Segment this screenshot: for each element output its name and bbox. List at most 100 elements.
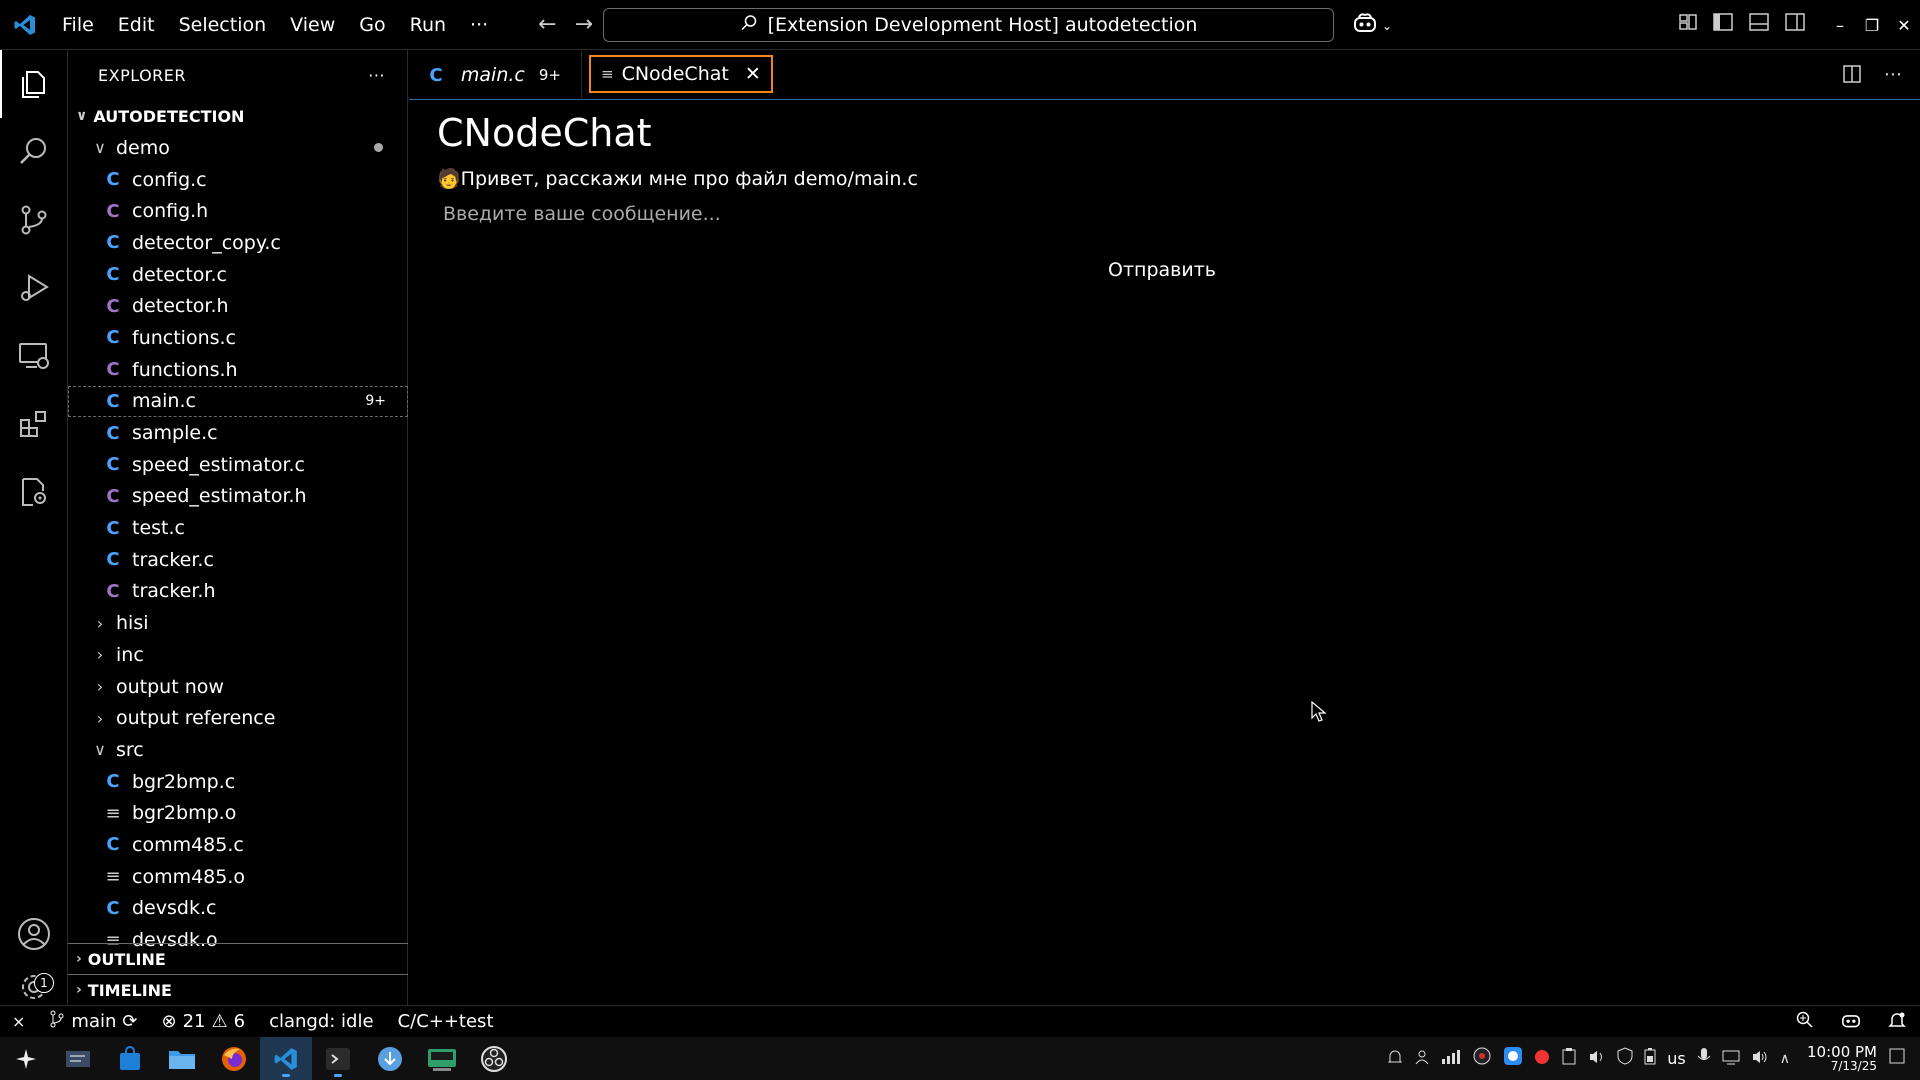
- copilot-menu-button[interactable]: ⌄: [1352, 12, 1392, 39]
- menu-file[interactable]: File: [50, 0, 106, 50]
- clangd-status[interactable]: clangd: idle: [257, 1006, 385, 1038]
- tree-file[interactable]: Ctracker.h: [68, 576, 408, 608]
- tree-file[interactable]: Cdevsdk.c: [68, 893, 408, 925]
- more-actions-icon[interactable]: ···: [368, 66, 385, 85]
- menu-selection[interactable]: Selection: [167, 0, 279, 50]
- problems-indicator[interactable]: ⊗ 21 ⚠ 6: [149, 1006, 257, 1038]
- tree-file[interactable]: Cspeed_estimator.c: [68, 449, 408, 481]
- keyboard-layout[interactable]: us: [1667, 1049, 1685, 1068]
- explorer-icon[interactable]: [0, 50, 68, 118]
- customize-layout-icon[interactable]: [1678, 12, 1698, 37]
- vpn-shield-icon[interactable]: [1617, 1047, 1633, 1070]
- accounts-icon[interactable]: [0, 900, 68, 968]
- forward-arrow-icon[interactable]: →: [575, 12, 593, 37]
- tree-file[interactable]: Cmain.c 9+: [68, 385, 408, 418]
- menu-go[interactable]: Go: [347, 0, 397, 50]
- tree-folder[interactable]: › output reference: [68, 702, 408, 734]
- tree-file[interactable]: Cdetector_copy.c: [68, 227, 408, 259]
- tree-file[interactable]: ≡ comm485.o: [68, 861, 408, 893]
- obs-tray-icon[interactable]: [1472, 1046, 1492, 1071]
- restore-icon[interactable]: ❐: [1856, 16, 1888, 35]
- c-file-icon: C: [106, 454, 120, 476]
- user-status-icon[interactable]: [1414, 1048, 1430, 1070]
- tree-folder[interactable]: › hisi: [68, 607, 408, 639]
- file-manager-icon[interactable]: [156, 1037, 208, 1080]
- show-desktop-icon[interactable]: [1888, 1047, 1906, 1070]
- terminal-icon[interactable]: [312, 1037, 364, 1080]
- network-icon[interactable]: [1441, 1048, 1461, 1070]
- tree-file[interactable]: ≡ bgr2bmp.o: [68, 797, 408, 829]
- send-button[interactable]: Отправить: [1097, 253, 1227, 287]
- workspace-section-header[interactable]: ∨ AUTODETECTION: [68, 101, 408, 131]
- run-debug-icon[interactable]: [0, 254, 68, 322]
- tree-file[interactable]: Cconfig.h: [68, 195, 408, 227]
- tree-folder[interactable]: › output now: [68, 671, 408, 703]
- downloader-icon[interactable]: [364, 1037, 416, 1080]
- tree-file[interactable]: Cfunctions.c: [68, 322, 408, 354]
- menu-view[interactable]: View: [278, 0, 347, 50]
- extensions-icon[interactable]: [0, 390, 68, 458]
- task-manager-icon[interactable]: [52, 1037, 104, 1080]
- command-center-search[interactable]: [Extension Development Host] autodetecti…: [603, 8, 1334, 42]
- cpp-configuration[interactable]: C/C++test: [386, 1006, 506, 1038]
- recording-icon[interactable]: [1534, 1048, 1550, 1070]
- tree-file[interactable]: Ctest.c: [68, 512, 408, 544]
- toggle-panel-icon[interactable]: [1748, 12, 1770, 37]
- display-icon[interactable]: [1722, 1048, 1740, 1070]
- speaker-icon[interactable]: [1751, 1048, 1769, 1070]
- volume-icon[interactable]: [1588, 1048, 1606, 1070]
- battery-icon[interactable]: [1644, 1047, 1656, 1070]
- tray-expand-icon[interactable]: ∧: [1780, 1051, 1790, 1067]
- chat-tray-icon[interactable]: [1503, 1046, 1523, 1071]
- app-launcher-icon[interactable]: [0, 1037, 52, 1080]
- firefox-icon[interactable]: [208, 1037, 260, 1080]
- tree-file[interactable]: Cspeed_estimator.h: [68, 481, 408, 513]
- discover-store-icon[interactable]: [104, 1037, 156, 1080]
- tree-file[interactable]: Cdetector.c: [68, 259, 408, 291]
- notification-bell-icon[interactable]: [1387, 1048, 1403, 1070]
- microphone-icon[interactable]: [1697, 1047, 1711, 1070]
- source-control-icon[interactable]: [0, 186, 68, 254]
- manage-gear-icon[interactable]: 1: [0, 968, 68, 1005]
- menu-more[interactable]: ···: [458, 0, 500, 50]
- obs-icon[interactable]: [468, 1037, 520, 1080]
- vscode-taskbar-icon[interactable]: [260, 1037, 312, 1080]
- split-editor-icon[interactable]: [1842, 64, 1862, 89]
- back-arrow-icon[interactable]: ←: [538, 12, 556, 37]
- tab-main-c[interactable]: C main.c 9+: [409, 50, 582, 100]
- clipboard-icon[interactable]: [1561, 1047, 1577, 1070]
- menu-run[interactable]: Run: [398, 0, 458, 50]
- menu-edit[interactable]: Edit: [106, 0, 167, 50]
- close-window-icon[interactable]: ✕: [1888, 16, 1920, 35]
- tree-file[interactable]: Ctracker.c: [68, 544, 408, 576]
- clock[interactable]: 10:00 PM 7/13/25: [1807, 1044, 1877, 1074]
- toggle-secondary-sidebar-icon[interactable]: [1784, 12, 1806, 37]
- copilot-status-icon[interactable]: [1840, 1011, 1862, 1034]
- tree-folder[interactable]: ∨ src: [68, 734, 408, 766]
- search-view-icon[interactable]: [0, 118, 68, 186]
- tab-cnodechat[interactable]: ≡ CNodeChat ✕: [589, 55, 773, 93]
- message-input[interactable]: [437, 197, 1557, 231]
- settings-badge: 1: [34, 973, 54, 993]
- close-tab-icon[interactable]: ✕: [745, 63, 761, 85]
- custom-extension-icon[interactable]: [0, 458, 68, 526]
- zoom-icon[interactable]: [1796, 1011, 1814, 1034]
- system-monitor-icon[interactable]: [416, 1037, 468, 1080]
- tree-file[interactable]: Csample.c: [68, 417, 408, 449]
- branch-indicator[interactable]: main ⟳: [37, 1006, 149, 1038]
- tree-file[interactable]: Cbgr2bmp.c: [68, 766, 408, 798]
- tree-file[interactable]: Cfunctions.h: [68, 354, 408, 386]
- tree-folder[interactable]: ∨ demo: [68, 132, 408, 164]
- minimize-icon[interactable]: –: [1824, 16, 1856, 35]
- tree-file[interactable]: Ccomm485.c: [68, 829, 408, 861]
- remote-indicator[interactable]: ⨯: [0, 1006, 37, 1038]
- editor-more-icon[interactable]: ···: [1884, 64, 1902, 89]
- tree-file[interactable]: Cconfig.c: [68, 164, 408, 196]
- notifications-bell-icon[interactable]: [1888, 1011, 1906, 1034]
- timeline-section-header[interactable]: › TIMELINE: [68, 974, 408, 1005]
- tree-file[interactable]: Cdetector.h: [68, 290, 408, 322]
- tree-folder[interactable]: › inc: [68, 639, 408, 671]
- remote-explorer-icon[interactable]: [0, 322, 68, 390]
- toggle-primary-sidebar-icon[interactable]: [1712, 12, 1734, 37]
- outline-section-header[interactable]: › OUTLINE: [68, 943, 408, 974]
